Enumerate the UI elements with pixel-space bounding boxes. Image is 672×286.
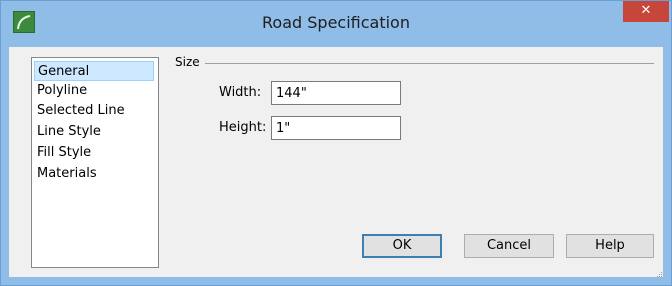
dialog-body: General Polyline Selected Line Line Styl… [9, 47, 663, 277]
category-item-selected-line[interactable]: Selected Line [34, 101, 154, 121]
width-field[interactable] [271, 81, 401, 105]
category-item-line-style[interactable]: Line Style [34, 122, 154, 142]
category-item-polyline[interactable]: Polyline [34, 81, 154, 101]
title-bar[interactable]: Road Specification ✕ [1, 1, 671, 47]
window-title: Road Specification [262, 13, 410, 32]
category-item-materials[interactable]: Materials [34, 164, 154, 184]
size-group-label: Size [175, 55, 200, 69]
close-icon: ✕ [640, 3, 652, 18]
ok-button[interactable]: OK [362, 234, 442, 258]
width-label: Width: [219, 85, 262, 100]
category-list[interactable]: General Polyline Selected Line Line Styl… [31, 57, 159, 268]
height-field[interactable] [271, 116, 401, 140]
close-button[interactable]: ✕ [623, 1, 669, 22]
category-item-fill-style[interactable]: Fill Style [34, 143, 154, 163]
cancel-button[interactable]: Cancel [464, 234, 554, 258]
resize-grip-icon[interactable] [655, 267, 663, 277]
height-label: Height: [219, 120, 267, 135]
dialog-window: Road Specification ✕ General Polyline Se… [0, 0, 672, 286]
category-item-general[interactable]: General [34, 61, 154, 81]
help-button[interactable]: Help [566, 234, 654, 258]
size-group-divider [205, 63, 654, 64]
